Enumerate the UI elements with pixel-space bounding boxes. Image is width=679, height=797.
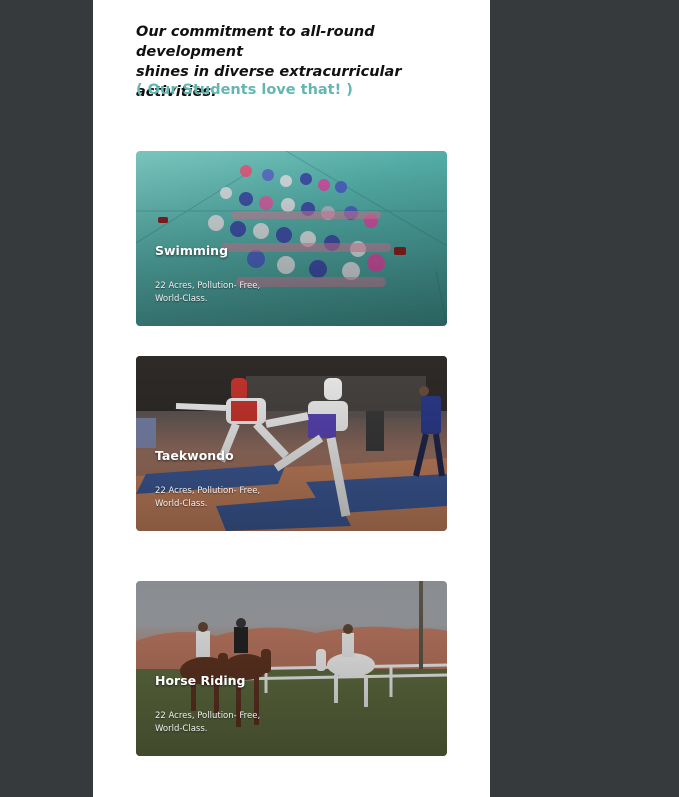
activity-title: Horse Riding	[155, 673, 246, 688]
activity-card-horse-riding[interactable]: Horse Riding 22 Acres, Pollution- Free, …	[136, 581, 447, 756]
activity-title: Swimming	[155, 243, 229, 258]
description-line-2: World-Class.	[155, 724, 208, 734]
description-line-1: 22 Acres, Pollution- Free,	[155, 486, 261, 496]
activity-description: 22 Acres, Pollution- Free, World-Class.	[155, 280, 285, 306]
intro-line-1: Our commitment to all-round development	[136, 24, 375, 60]
activity-title: Taekwondo	[155, 448, 234, 463]
activity-description: 22 Acres, Pollution- Free, World-Class.	[155, 710, 285, 736]
description-line-2: World-Class.	[155, 499, 208, 509]
activity-description: 22 Acres, Pollution- Free, World-Class.	[155, 485, 285, 511]
tagline: ( Our Students love that! )	[136, 82, 353, 98]
description-line-1: 22 Acres, Pollution- Free,	[155, 711, 261, 721]
activity-card-taekwondo[interactable]: Taekwondo 22 Acres, Pollution- Free, Wor…	[136, 356, 447, 531]
activity-card-swimming[interactable]: Swimming 22 Acres, Pollution- Free, Worl…	[136, 151, 447, 326]
description-line-1: 22 Acres, Pollution- Free,	[155, 281, 261, 291]
content-panel: Our commitment to all-round development …	[93, 0, 490, 797]
description-line-2: World-Class.	[155, 294, 208, 304]
